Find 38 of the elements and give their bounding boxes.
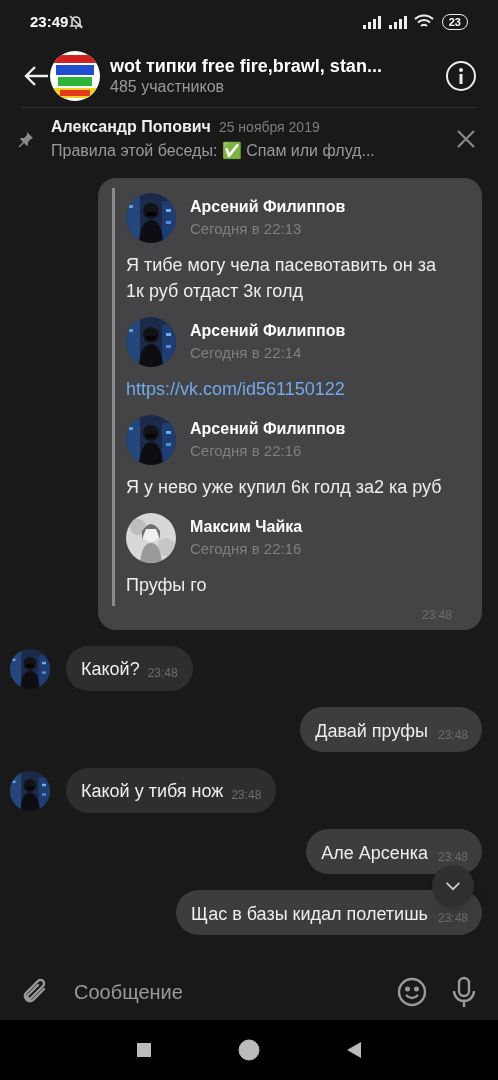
message-text: Какой?: [81, 658, 140, 681]
author-name: Арсений Филиппов: [190, 197, 346, 217]
muted-bell-icon: [68, 14, 85, 30]
message-text: Я тибе могу чела пасевотавить он за 1к руб отдаст 3к голд: [126, 254, 437, 303]
pinned-date: 25 ноября 2019: [218, 118, 320, 137]
message-text: Щас в базы кидал полетишь: [191, 903, 428, 926]
info-button[interactable]: [446, 60, 476, 91]
info-icon: [458, 67, 464, 84]
message-time: 23:48: [147, 665, 178, 682]
message-input[interactable]: Сообщение: [74, 977, 388, 1007]
microphone-button[interactable]: [452, 976, 476, 1008]
author-name: Арсений Филиппов: [190, 419, 346, 439]
member-count: 485 участников: [110, 76, 226, 97]
chat-title: wot типки free fire,brawl, stan...: [110, 54, 383, 77]
message-link[interactable]: https://vk.com/id561150122: [126, 372, 345, 410]
emoji-button[interactable]: [396, 976, 428, 1008]
chevron-down-icon: [445, 881, 461, 891]
signal-icon: [361, 15, 382, 29]
message-time: Сегодня в 22:16: [190, 539, 303, 559]
message-time: Сегодня в 22:14: [190, 343, 303, 363]
signal-icon: [387, 15, 408, 29]
message-time: Сегодня в 22:16: [190, 441, 303, 461]
message-text: Але Арсенка: [321, 842, 428, 865]
message-text: Пруфы го: [126, 574, 208, 597]
message-time: 23:48: [231, 787, 262, 804]
status-time: 23:49: [30, 11, 69, 32]
home-button[interactable]: [237, 1038, 261, 1062]
message-time: Сегодня в 22:13: [190, 219, 303, 239]
back-nav-button[interactable]: [347, 1042, 361, 1058]
pinned-text: Правила этой беседы: ✅ Спам или флуд...: [51, 140, 376, 161]
pinned-message[interactable]: Александр Попович 25 ноября 2019 Правила этой беседы: ✅ Спам или флуд...: [51, 115, 454, 163]
author-name: Арсений Филиппов: [190, 321, 346, 341]
message-text: Давай пруфы: [315, 720, 428, 743]
author-name: Максим Чайка: [190, 517, 303, 537]
pinned-author: Александр Попович: [51, 117, 211, 137]
message-text: Я у нево уже купил 6к голд за2 ка руб: [126, 476, 443, 499]
pin-icon: [18, 131, 34, 147]
message-text: Какой у тибя нож: [81, 780, 224, 803]
